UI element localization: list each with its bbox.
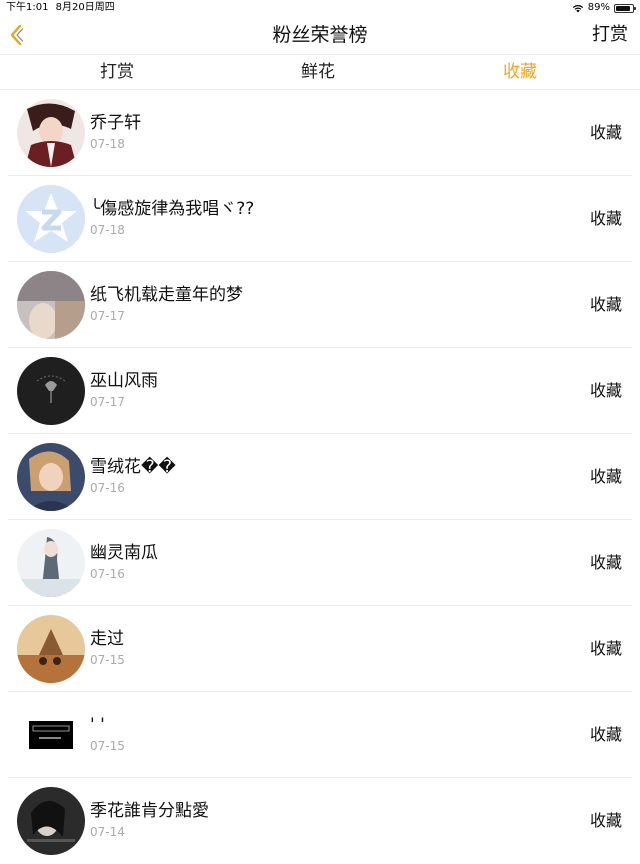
fan-date: 07-16 xyxy=(90,567,125,581)
favorite-label[interactable]: 收藏 xyxy=(590,724,622,746)
favorite-label[interactable]: 收藏 xyxy=(590,810,622,832)
list-item[interactable]: ╰傷感旋律為我唱ヾ?? 07-18 收藏 xyxy=(8,176,632,262)
fan-date: 07-18 xyxy=(90,137,125,151)
fan-name: 巫山风雨 xyxy=(90,371,158,391)
list-item[interactable]: 乔子轩 07-18 收藏 xyxy=(8,90,632,176)
list-item[interactable]: ' ' 07-15 收藏 xyxy=(8,692,632,778)
list-item[interactable]: 走过 07-15 收藏 xyxy=(8,606,632,692)
avatar xyxy=(17,357,85,425)
avatar xyxy=(17,529,85,597)
status-indicators: 89% xyxy=(572,0,636,16)
fan-name: 乔子轩 xyxy=(90,113,141,133)
list-item[interactable]: 季花誰肯分點愛 07-14 收藏 xyxy=(8,778,632,864)
battery-percent: 89% xyxy=(587,2,610,13)
fan-name: 纸飞机载走童年的梦 xyxy=(90,285,243,305)
battery-icon xyxy=(614,3,636,13)
reward-button[interactable]: 打赏 xyxy=(592,20,628,50)
fan-date: 07-18 xyxy=(90,223,125,237)
fan-name: ' ' xyxy=(90,715,105,735)
favorite-label[interactable]: 收藏 xyxy=(590,294,622,316)
avatar xyxy=(17,99,85,167)
page-title: 粉丝荣誉榜 xyxy=(272,24,368,46)
fan-name: 季花誰肯分點愛 xyxy=(90,801,209,821)
status-bar: 下午1:01 8月20日周四 89% xyxy=(0,0,640,16)
tab-favorites[interactable]: 收藏 xyxy=(503,55,537,89)
status-time: 下午1:01 xyxy=(6,2,49,13)
fan-name: 走过 xyxy=(90,629,124,649)
list-item[interactable]: 幽灵南瓜 07-16 收藏 xyxy=(8,520,632,606)
tab-flowers[interactable]: 鲜花 xyxy=(301,55,335,89)
fan-date: 07-15 xyxy=(90,739,125,753)
avatar xyxy=(17,701,85,769)
fan-date: 07-16 xyxy=(90,481,125,495)
wifi-icon xyxy=(572,4,583,12)
favorite-label[interactable]: 收藏 xyxy=(590,466,622,488)
nav-bar: 粉丝荣誉榜 打赏 xyxy=(0,16,640,54)
fan-date: 07-17 xyxy=(90,309,125,323)
list-item[interactable]: 雪绒花�� 07-16 收藏 xyxy=(8,434,632,520)
battery-fill xyxy=(616,5,630,11)
fan-name: ╰傷感旋律為我唱ヾ?? xyxy=(90,199,255,219)
fan-name: 幽灵南瓜 xyxy=(90,543,158,563)
favorite-label[interactable]: 收藏 xyxy=(590,122,622,144)
fan-date: 07-14 xyxy=(90,825,125,839)
avatar xyxy=(17,185,85,253)
list-item[interactable]: 巫山风雨 07-17 收藏 xyxy=(8,348,632,434)
fan-date: 07-17 xyxy=(90,395,125,409)
avatar xyxy=(17,271,85,339)
status-date: 8月20日周四 xyxy=(55,2,115,13)
avatar xyxy=(17,615,85,683)
fan-date: 07-15 xyxy=(90,653,125,667)
avatar xyxy=(17,787,85,855)
favorite-label[interactable]: 收藏 xyxy=(590,380,622,402)
tab-reward[interactable]: 打赏 xyxy=(100,55,134,89)
favorite-label[interactable]: 收藏 xyxy=(590,208,622,230)
avatar xyxy=(17,443,85,511)
favorite-label[interactable]: 收藏 xyxy=(590,638,622,660)
list-item[interactable]: 纸飞机载走童年的梦 07-17 收藏 xyxy=(8,262,632,348)
tab-bar: 打赏 鲜花 收藏 xyxy=(0,54,640,90)
fan-name: 雪绒花�� xyxy=(90,457,176,477)
favorite-label[interactable]: 收藏 xyxy=(590,552,622,574)
status-time-date: 下午1:01 8月20日周四 xyxy=(6,0,115,16)
